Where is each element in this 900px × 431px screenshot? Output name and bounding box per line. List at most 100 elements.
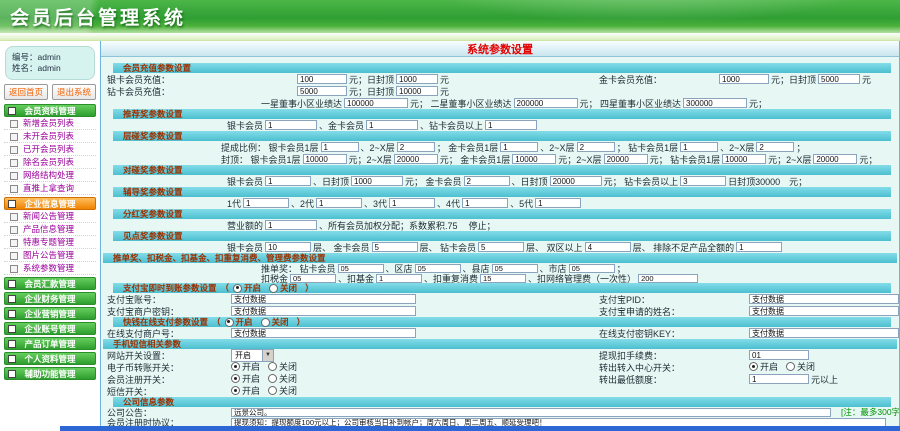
expand-box-icon[interactable] [8,200,16,208]
sidebar-section-7[interactable]: 个人资料管理 [4,352,96,365]
field-label: 层、 金卡会员 [313,241,370,254]
expand-box-icon[interactable] [8,355,16,363]
param-input[interactable] [756,142,794,152]
param-input[interactable] [478,242,524,252]
sidebar-item[interactable]: 已开会员列表 [4,143,96,156]
sidebar-menu: 会员资料管理新增会员列表未开会员列表已开会员列表除名会员列表网络结构处理直推上拿… [4,104,96,380]
sidebar-section-0[interactable]: 会员资料管理 [4,104,96,117]
param-input[interactable] [372,242,418,252]
sidebar-item[interactable]: 系统参数管理 [4,262,96,275]
expand-box-icon[interactable] [8,325,16,333]
sidebar-item[interactable]: 图片公告管理 [4,249,96,262]
form-cell: 元；日封顶元 [719,73,871,85]
sidebar-section-2[interactable]: 会员汇款管理 [4,277,96,290]
param-input[interactable] [485,120,537,130]
param-input[interactable] [683,98,747,108]
param-input[interactable] [297,86,347,96]
param-input[interactable] [397,142,435,152]
expand-box-icon[interactable] [8,280,16,288]
expand-box-icon[interactable] [8,310,16,318]
sidebar-section-5[interactable]: 企业账号管理 [4,322,96,335]
param-input[interactable] [290,274,336,283]
sidebar-item[interactable]: 新增会员列表 [4,117,96,130]
param-input[interactable] [316,198,362,208]
param-input[interactable] [749,328,899,338]
form-row: 支付宝商户密钥：支付宝申请的姓名： [101,305,899,317]
param-input[interactable] [818,74,860,84]
param-input[interactable] [512,154,556,164]
param-input[interactable] [736,242,782,252]
param-input[interactable] [550,176,602,186]
param-input[interactable] [464,176,510,186]
param-input[interactable] [265,242,311,252]
param-input[interactable] [297,74,347,84]
form-cell [231,407,831,417]
sidebar-section-1[interactable]: 企业信息管理 [4,197,96,210]
param-input[interactable] [638,274,698,283]
radio-option[interactable]: 开启 [231,384,260,397]
field-label: 金卡会员充值： [599,73,662,86]
user-id-label: 编号： [12,52,38,62]
param-input[interactable] [719,74,769,84]
param-input[interactable] [366,120,418,130]
param-input[interactable] [749,306,899,316]
radio-option[interactable]: 关闭 [268,384,297,397]
sidebar-section-3[interactable]: 企业财务管理 [4,292,96,305]
form-cell: 扣税金、扣基金、扣重复消费、扣网络管理费（一次性） [261,273,698,283]
sidebar-item[interactable]: 特惠专题管理 [4,236,96,249]
param-input[interactable] [722,154,766,164]
param-input[interactable] [480,274,526,283]
param-input[interactable] [351,176,403,186]
param-input[interactable] [813,154,857,164]
param-input[interactable] [265,120,317,130]
param-input[interactable] [514,98,578,108]
param-input[interactable] [585,242,631,252]
param-input[interactable] [265,220,317,230]
sidebar-item[interactable]: 新闻公告管理 [4,210,96,223]
sidebar-section-label: 企业财务管理 [24,294,75,304]
form-cell: 电子币转账开关： [107,361,179,373]
radio-option[interactable]: 关闭 [786,360,815,373]
param-input[interactable] [231,306,416,316]
section-header: 分红奖参数设置 [113,209,891,219]
param-input[interactable] [265,176,311,186]
param-input[interactable] [231,294,416,304]
param-input[interactable] [500,142,538,152]
sidebar-item[interactable]: 未开会员列表 [4,130,96,143]
param-input[interactable] [680,142,718,152]
expand-box-icon[interactable] [8,370,16,378]
sidebar-item[interactable]: 产品信息管理 [4,223,96,236]
expand-box-icon[interactable] [8,340,16,348]
param-input[interactable] [535,198,581,208]
home-button[interactable]: 返回首页 [4,84,48,100]
expand-box-icon[interactable] [8,107,16,115]
param-input[interactable] [680,176,726,186]
param-input[interactable] [396,74,438,84]
param-input[interactable] [604,154,648,164]
param-input[interactable] [231,328,416,338]
field-label: 层、 钻卡会员 [420,241,477,254]
param-input[interactable] [462,198,508,208]
param-input[interactable] [396,86,438,96]
param-input[interactable] [749,294,899,304]
param-input[interactable] [231,408,831,417]
sidebar-item[interactable]: 直推上拿查询 [4,182,96,195]
sidebar-section-6[interactable]: 产品订单管理 [4,337,96,350]
sidebar-item[interactable]: 除名会员列表 [4,156,96,169]
sidebar-section-8[interactable]: 辅助功能管理 [4,367,96,380]
param-input[interactable] [376,274,422,283]
logout-button[interactable]: 退出系统 [52,84,96,100]
sidebar-section-4[interactable]: 企业营销管理 [4,307,96,320]
param-input[interactable] [321,142,359,152]
sidebar-item[interactable]: 网络结构处理 [4,169,96,182]
param-input[interactable] [344,98,408,108]
param-input[interactable] [394,154,438,164]
param-input[interactable] [243,198,289,208]
field-label: 层、 双区以上 [526,241,583,254]
expand-box-icon[interactable] [8,295,16,303]
radio-option[interactable]: 开启 [749,360,778,373]
param-input[interactable] [749,374,809,384]
param-input[interactable] [389,198,435,208]
param-input[interactable] [577,142,615,152]
param-input[interactable] [303,154,347,164]
